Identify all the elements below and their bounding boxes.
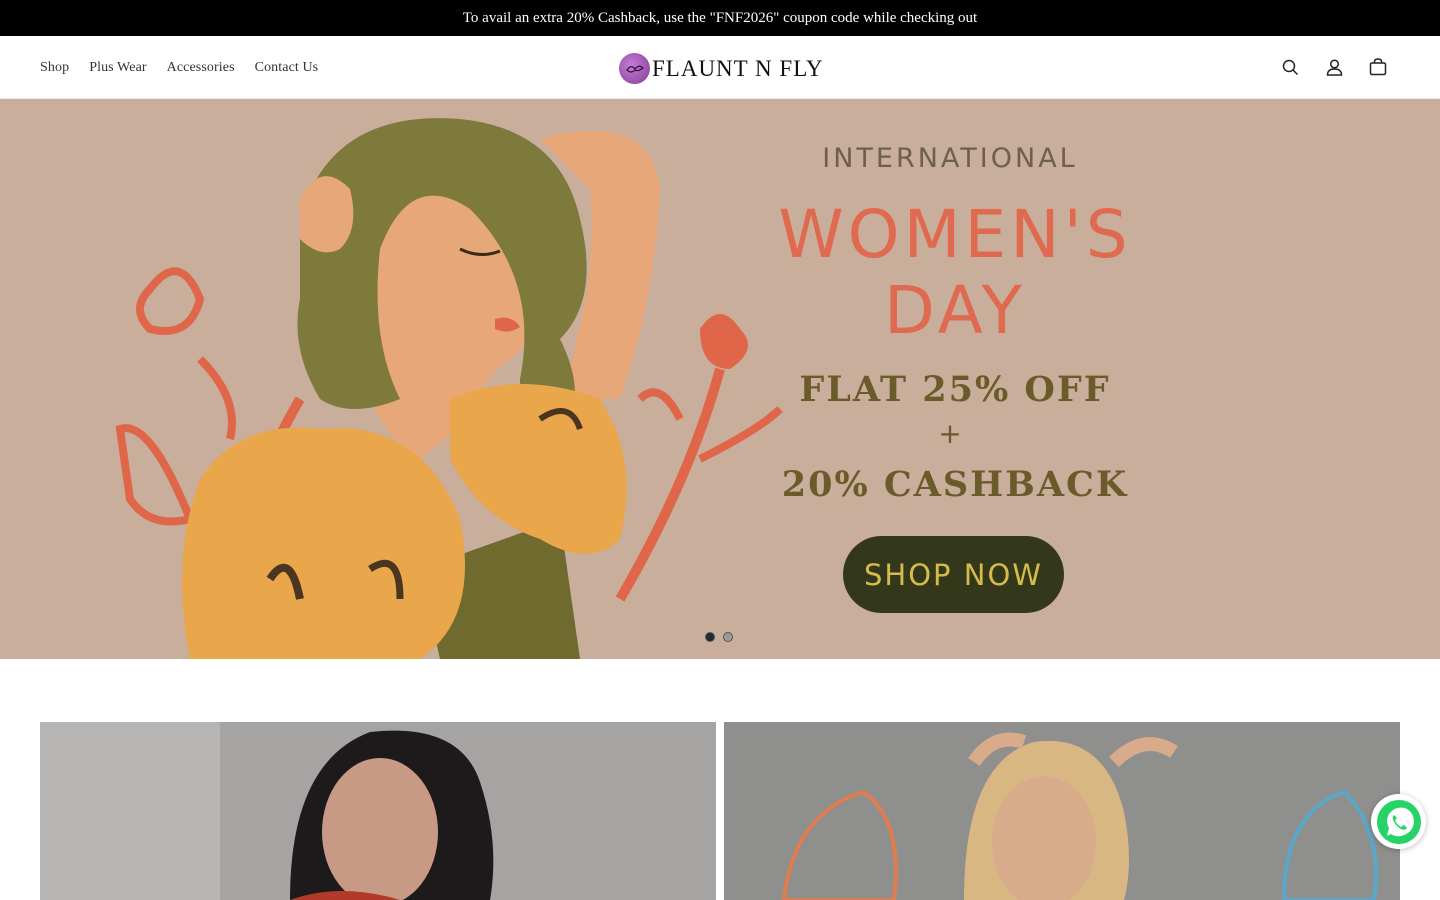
whatsapp-chat-button[interactable] <box>1371 794 1426 849</box>
logo-text: FLAUNT N FLY <box>652 55 824 81</box>
main-nav: Shop Plus Wear Accessories Contact Us <box>40 36 318 99</box>
nav-item-contact-us[interactable]: Contact Us <box>255 60 319 76</box>
announcement-text: To avail an extra 20% Cashback, use the … <box>462 9 978 26</box>
site-logo[interactable]: FLAUNT N FLY <box>619 53 824 84</box>
collection-card-1[interactable] <box>40 722 716 900</box>
hero-offer-plus: + <box>938 417 962 450</box>
announcement-bar: To avail an extra 20% Cashback, use the … <box>0 0 1440 36</box>
header-icons <box>1280 56 1388 78</box>
collection-card-2-photo <box>724 722 1400 900</box>
hero-line-womens: WOMEN'S <box>778 196 1132 273</box>
slideshow-dots <box>705 632 733 642</box>
hero-line-international: INTERNATIONAL <box>822 143 1078 174</box>
hero-banner[interactable]: INTERNATIONAL WOMEN'S DAY FLAT 25% OFF +… <box>0 99 1440 659</box>
slide-dot-2[interactable] <box>723 632 733 642</box>
nav-item-plus-wear[interactable]: Plus Wear <box>89 60 146 76</box>
collection-card-2[interactable] <box>724 722 1400 900</box>
hero-illustration <box>115 118 783 659</box>
logo-mark-icon <box>619 53 650 84</box>
search-icon[interactable] <box>1280 56 1300 78</box>
account-icon[interactable] <box>1324 56 1344 78</box>
nav-item-accessories[interactable]: Accessories <box>167 60 235 76</box>
whatsapp-icon <box>1376 799 1421 844</box>
cart-icon[interactable] <box>1368 56 1388 78</box>
slide-dot-1[interactable] <box>705 632 715 642</box>
collection-card-1-photo <box>40 722 716 900</box>
shop-now-button[interactable]: SHOP NOW <box>843 536 1064 613</box>
nav-item-shop[interactable]: Shop <box>40 60 69 76</box>
hero-offer-cashback: 20% CASHBACK <box>781 464 1129 505</box>
site-header: Shop Plus Wear Accessories Contact Us FL… <box>0 36 1440 99</box>
hero-line-day: DAY <box>883 272 1026 349</box>
hero-offer-flat: FLAT 25% OFF <box>799 369 1111 410</box>
hero-line-womens-day: WOMEN'S DAY <box>740 197 1170 349</box>
